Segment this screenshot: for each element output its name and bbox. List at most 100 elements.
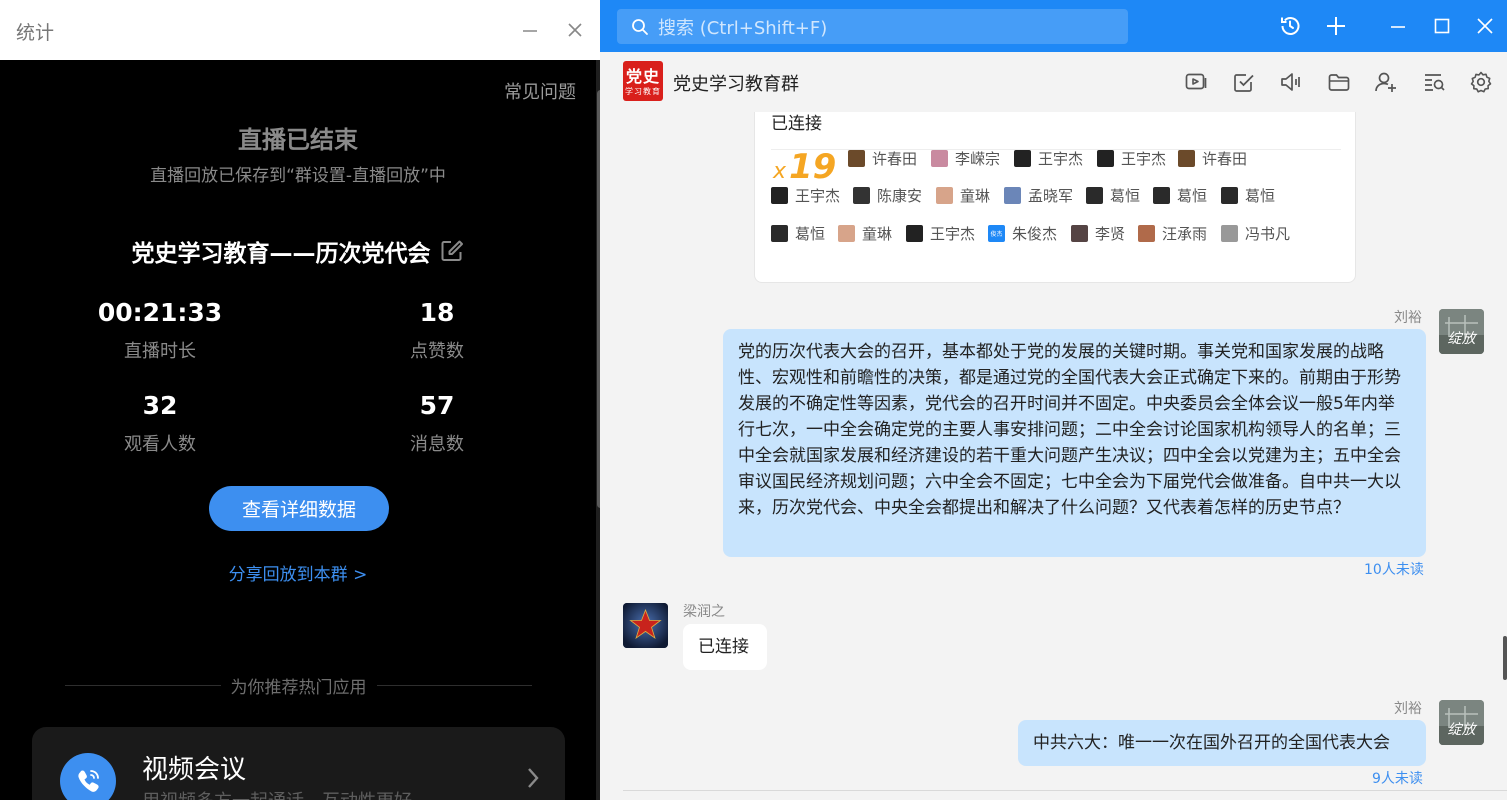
member-avatar bbox=[1086, 186, 1103, 204]
member-avatar bbox=[1178, 149, 1195, 167]
member-item[interactable]: 汪承雨 bbox=[1138, 223, 1207, 243]
member-item[interactable]: 孟晓军 bbox=[1004, 185, 1073, 205]
voice-speaker-icon[interactable] bbox=[1278, 69, 1304, 95]
minimize-icon[interactable] bbox=[514, 14, 546, 46]
member-avatar bbox=[1097, 149, 1114, 167]
member-item[interactable]: 李嵘宗 bbox=[931, 148, 1000, 168]
member-item[interactable]: 许春田 bbox=[1178, 148, 1247, 168]
stats-titlebar: 统计 bbox=[0, 0, 600, 60]
folder-icon[interactable] bbox=[1326, 69, 1352, 95]
member-avatar bbox=[853, 186, 870, 204]
member-item[interactable]: 王宇杰 bbox=[906, 223, 975, 243]
add-member-icon[interactable] bbox=[1373, 69, 1399, 95]
chat-scrollbar-thumb[interactable] bbox=[1503, 636, 1507, 680]
stat-label: 直播时长 bbox=[124, 341, 196, 362]
video-meeting-card[interactable]: 视频会议 用视频多方一起通话，互动性更好 bbox=[32, 727, 565, 800]
edit-icon[interactable] bbox=[439, 238, 465, 264]
unread-count[interactable]: 9人未读 bbox=[1372, 768, 1423, 788]
close-icon[interactable] bbox=[1471, 12, 1499, 40]
member-name: 冯书凡 bbox=[1245, 224, 1291, 243]
add-icon[interactable] bbox=[1322, 12, 1350, 40]
divider-line bbox=[65, 684, 221, 686]
member-avatar bbox=[838, 224, 855, 242]
view-detail-button[interactable]: 查看详细数据 bbox=[209, 486, 389, 531]
stat-value: 57 bbox=[419, 391, 455, 420]
faq-link[interactable]: 常见问题 bbox=[504, 78, 576, 104]
member-avatar bbox=[931, 149, 948, 167]
member-avatar bbox=[1014, 149, 1031, 167]
search-icon bbox=[631, 18, 649, 36]
recommend-divider: 为你推荐热门应用 bbox=[65, 673, 532, 698]
member-name: 许春田 bbox=[1202, 149, 1248, 168]
recommend-heading: 为你推荐热门应用 bbox=[230, 677, 367, 698]
member-avatar bbox=[1221, 224, 1238, 242]
group-name[interactable]: 党史学习教育群 bbox=[673, 70, 799, 96]
member-item[interactable]: 冯书凡 bbox=[1221, 223, 1290, 243]
member-avatar bbox=[848, 149, 865, 167]
message-bubble[interactable]: 中共六大：唯一一次在国外召开的全国代表大会 bbox=[1018, 720, 1426, 766]
maximize-icon[interactable] bbox=[1428, 12, 1456, 40]
member-item[interactable]: 李贤 bbox=[1071, 223, 1125, 243]
member-avatar bbox=[771, 224, 788, 242]
user-avatar[interactable]: 绽放 bbox=[1439, 700, 1484, 745]
avatar-text: 绽放 bbox=[1448, 722, 1478, 738]
member-item[interactable]: 葛恒 bbox=[1086, 185, 1140, 205]
member-name: 王宇杰 bbox=[795, 186, 841, 205]
member-item[interactable]: 葛恒 bbox=[1153, 185, 1207, 205]
member-item[interactable]: 童琳 bbox=[838, 223, 892, 243]
user-avatar[interactable]: 绽放 bbox=[1439, 309, 1484, 354]
history-icon[interactable] bbox=[1276, 12, 1304, 40]
message-bubble[interactable]: 党的历次代表大会的召开，基本都处于党的发展的关键时期。事关党和国家发展的战略性、… bbox=[723, 329, 1426, 557]
stats-window-title: 统计 bbox=[16, 22, 55, 44]
message-text: 中共六大：唯一一次在国外召开的全国代表大会 bbox=[1033, 733, 1390, 753]
member-name: 童琳 bbox=[862, 224, 893, 243]
live-title-row: 党史学习教育——历次党代会 bbox=[0, 234, 596, 268]
stat-label: 点赞数 bbox=[410, 341, 464, 362]
member-name: 葛恒 bbox=[795, 224, 826, 243]
message-sender: 刘裕 bbox=[1394, 310, 1422, 326]
divider-line bbox=[376, 684, 532, 686]
chat-header: 党史 学习教育 党史学习教育群 bbox=[600, 52, 1507, 112]
stat-viewers: 32 观看人数 bbox=[50, 391, 270, 456]
chat-window: 搜索 (Ctrl+Shift+F) 党史 学习教育 党史学习教育群 已连接 x … bbox=[600, 0, 1507, 800]
member-item[interactable]: 童琳 bbox=[936, 185, 990, 205]
stat-value: 00:21:33 bbox=[97, 298, 223, 327]
user-avatar[interactable] bbox=[623, 603, 668, 648]
member-name: 葛恒 bbox=[1245, 186, 1276, 205]
avatar-text: 绽放 bbox=[1448, 331, 1478, 347]
replay-saved-note: 直播回放已保存到“群设置-直播回放”中 bbox=[150, 166, 446, 186]
connected-card: 已连接 x 19 许春田 李嵘宗 王宇杰 王宇杰 许春田 王宇杰 陈康安 童琳 … bbox=[754, 112, 1356, 283]
count-x-mark: x bbox=[773, 159, 787, 184]
member-item[interactable]: 陈康安 bbox=[853, 185, 922, 205]
stat-duration: 00:21:33 直播时长 bbox=[50, 298, 270, 363]
member-item[interactable]: 王宇杰 bbox=[1097, 148, 1166, 168]
gear-icon[interactable] bbox=[1468, 69, 1494, 95]
member-name: 王宇杰 bbox=[1121, 149, 1167, 168]
member-item[interactable]: 俊杰 朱俊杰 bbox=[988, 223, 1057, 243]
minimize-icon[interactable] bbox=[1384, 12, 1412, 40]
screen-share-icon[interactable] bbox=[1183, 69, 1209, 95]
app-description: 用视频多方一起通话，互动性更好 bbox=[142, 787, 412, 800]
group-avatar[interactable]: 党史 学习教育 bbox=[623, 61, 663, 101]
unread-count[interactable]: 10人未读 bbox=[1364, 559, 1424, 579]
member-item[interactable]: 葛恒 bbox=[771, 223, 825, 243]
member-avatar bbox=[771, 186, 788, 204]
member-avatar bbox=[1153, 186, 1170, 204]
search-history-icon[interactable] bbox=[1421, 69, 1447, 95]
member-name: 葛恒 bbox=[1110, 186, 1141, 205]
search-input[interactable]: 搜索 (Ctrl+Shift+F) bbox=[617, 9, 1128, 44]
member-avatar bbox=[1138, 224, 1155, 242]
member-item[interactable]: 王宇杰 bbox=[1014, 148, 1083, 168]
member-name: 童琳 bbox=[960, 186, 991, 205]
member-item[interactable]: 王宇杰 bbox=[771, 185, 840, 205]
stat-likes: 18 点赞数 bbox=[327, 298, 547, 363]
message-bubble[interactable]: 已连接 bbox=[683, 624, 767, 670]
connected-card-title: 已连接 bbox=[771, 114, 822, 134]
member-item[interactable]: 许春田 bbox=[848, 148, 917, 168]
member-item[interactable]: 葛恒 bbox=[1221, 185, 1275, 205]
share-replay-link[interactable]: 分享回放到本群 > bbox=[0, 560, 596, 585]
message-text: 党的历次代表大会的召开，基本都处于党的发展的关键时期。事关党和国家发展的战略性、… bbox=[738, 342, 1401, 518]
message-list[interactable]: 已连接 x 19 许春田 李嵘宗 王宇杰 王宇杰 许春田 王宇杰 陈康安 童琳 … bbox=[600, 112, 1507, 800]
close-icon[interactable] bbox=[559, 14, 591, 46]
task-check-icon[interactable] bbox=[1231, 69, 1257, 95]
